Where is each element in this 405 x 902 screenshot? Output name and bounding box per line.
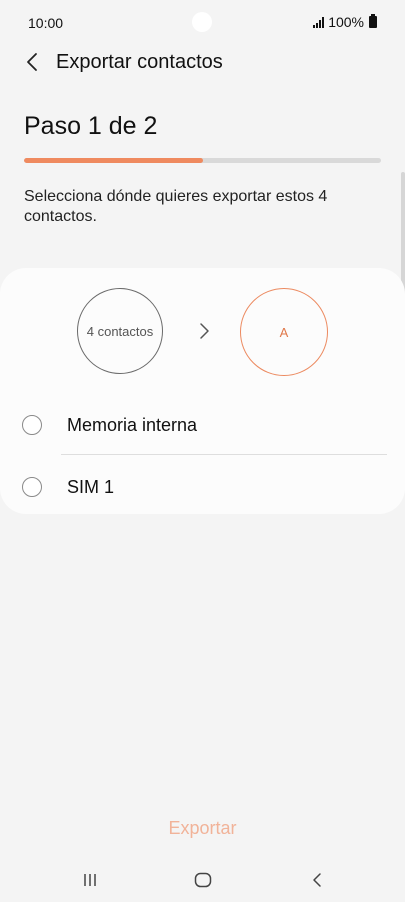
app-bar: Exportar contactos: [0, 40, 405, 84]
page-title: Exportar contactos: [56, 51, 223, 73]
export-card: 4 contactos A Memoria interna SIM 1: [0, 268, 405, 514]
signal-icon: [313, 16, 325, 28]
progress-fill: [24, 158, 203, 163]
home-button[interactable]: [188, 868, 218, 892]
option-sim-1[interactable]: SIM 1: [0, 460, 405, 516]
chevron-right-icon: [200, 323, 209, 339]
navigation-bar: [0, 860, 405, 900]
option-memoria-interna[interactable]: Memoria interna: [0, 398, 405, 454]
source-label: 4 contactos: [86, 323, 154, 339]
screen: 10:00 100% Exportar contactos Paso 1 de …: [0, 0, 405, 902]
description-text: Selecciona dónde quieres exportar estos …: [24, 188, 328, 225]
status-time: 10:00: [28, 15, 64, 31]
radio-button[interactable]: [22, 415, 42, 435]
battery-percentage: 100%: [328, 14, 364, 30]
camera-dot: [192, 12, 212, 32]
recents-icon: [84, 874, 96, 886]
chevron-left-icon: [27, 53, 37, 71]
recents-button[interactable]: [75, 868, 105, 892]
target-label: A: [279, 324, 289, 340]
export-button[interactable]: Exportar: [0, 814, 405, 842]
step-title: Paso 1 de 2: [24, 112, 158, 140]
nav-back-button[interactable]: [302, 868, 332, 892]
option-label: Memoria interna: [67, 415, 198, 435]
back-button[interactable]: [18, 48, 46, 76]
target-destination-circle: A: [240, 288, 328, 376]
back-icon: [313, 873, 321, 887]
divider: [61, 454, 387, 455]
option-label: SIM 1: [67, 477, 115, 497]
radio-button[interactable]: [22, 477, 42, 497]
status-indicators: 100%: [313, 14, 377, 30]
progress-bar: [24, 158, 381, 163]
home-icon: [194, 872, 212, 888]
battery-icon: [369, 14, 377, 28]
source-contacts-circle: 4 contactos: [77, 288, 163, 374]
